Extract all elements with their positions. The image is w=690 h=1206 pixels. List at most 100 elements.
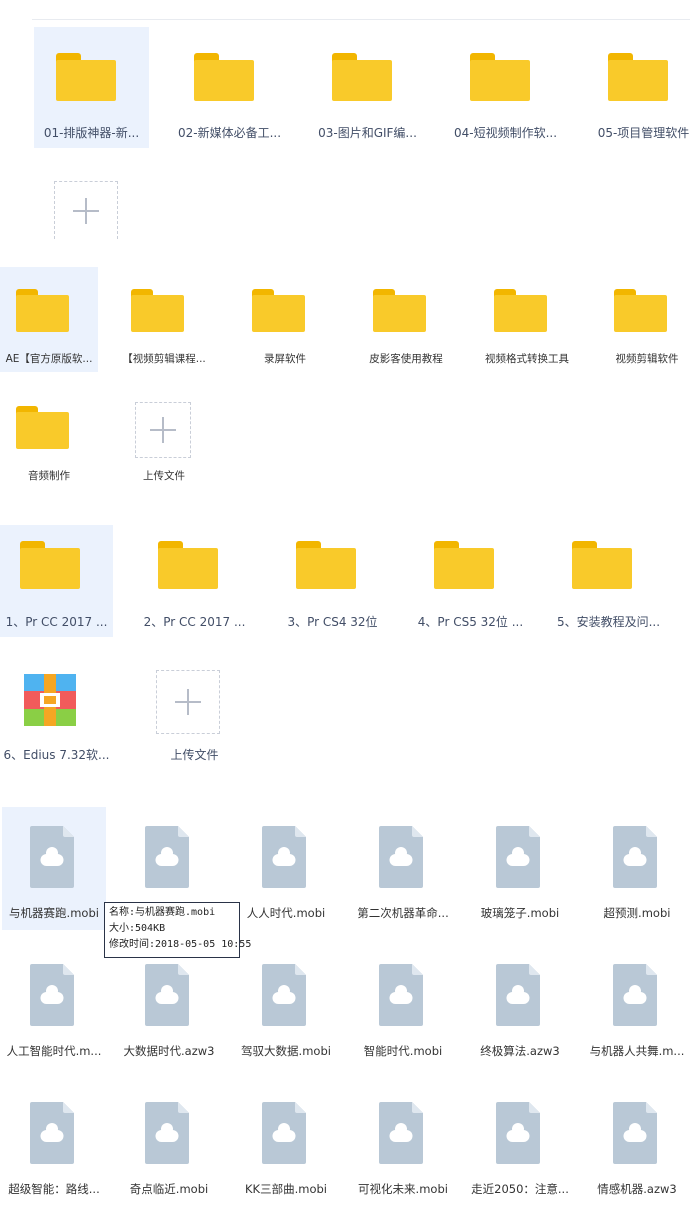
item-label: 03-图片和GIF编... bbox=[318, 126, 417, 140]
document-icon bbox=[613, 964, 657, 1026]
file-item[interactable]: 情感机器.azw3 bbox=[585, 1083, 689, 1206]
folder-icon bbox=[296, 541, 356, 589]
item-label: 3、Pr CS4 32位 bbox=[287, 615, 378, 629]
folder-item[interactable]: 4、Pr CS5 32位 ... bbox=[414, 525, 527, 637]
item-label: 5、安装教程及问... bbox=[556, 615, 661, 629]
item-label: 智能时代.mobi bbox=[363, 1044, 443, 1058]
folder-icon bbox=[332, 53, 392, 101]
folder-icon bbox=[614, 289, 667, 332]
file-item[interactable]: 走近2050：注意... bbox=[468, 1083, 572, 1206]
folder-item[interactable]: 01-排版神器-新... bbox=[34, 27, 149, 148]
item-label: AE【官方原版软... bbox=[5, 353, 93, 365]
folder-icon bbox=[158, 541, 218, 589]
item-label: 皮影客使用教程 bbox=[369, 353, 443, 365]
plus-icon bbox=[156, 670, 220, 734]
file-item[interactable]: 智能时代.mobi bbox=[351, 945, 455, 1068]
document-icon bbox=[30, 826, 74, 888]
item-label: 与机器赛跑.mobi bbox=[9, 906, 99, 920]
folder-icon bbox=[434, 541, 494, 589]
folder-icon bbox=[608, 53, 668, 101]
document-icon bbox=[262, 1102, 306, 1164]
document-icon bbox=[496, 964, 540, 1026]
item-label: 人人时代.mobi bbox=[246, 906, 326, 920]
file-item[interactable]: KK三部曲.mobi bbox=[234, 1083, 338, 1206]
file-item[interactable]: 第二次机器革命... bbox=[351, 807, 455, 930]
folder-item[interactable]: 视频格式转换工具 bbox=[478, 267, 576, 372]
item-label: 走近2050：注意... bbox=[471, 1182, 569, 1196]
item-label: 04-短视频制作软... bbox=[453, 126, 558, 140]
folder-item[interactable]: 3、Pr CS4 32位 bbox=[276, 525, 389, 637]
item-label: 上传文件 bbox=[170, 748, 219, 762]
folder-icon bbox=[470, 53, 530, 101]
folder-item[interactable]: 05-项目管理软件 bbox=[586, 27, 690, 148]
document-icon bbox=[613, 1102, 657, 1164]
item-label: 视频剪辑软件 bbox=[615, 353, 679, 365]
file-item[interactable]: 人工智能时代.m... bbox=[2, 945, 106, 1068]
folder-item[interactable]: 02-新媒体必备工... bbox=[172, 27, 287, 148]
folder-item[interactable]: 04-短视频制作软... bbox=[448, 27, 563, 148]
file-item[interactable]: 人人时代.mobi bbox=[234, 807, 338, 930]
folder-item[interactable]: 03-图片和GIF编... bbox=[310, 27, 425, 148]
file-item[interactable]: 奇点临近.mobi bbox=[117, 1083, 221, 1206]
item-label: 录屏软件 bbox=[264, 353, 306, 365]
file-tooltip: 名称:与机器赛跑.mobi 大小:504KB 修改时间:2018-05-05 10:… bbox=[104, 902, 252, 958]
folder-item[interactable]: 【视频剪辑课程... bbox=[115, 267, 213, 372]
file-item[interactable]: 玻璃笼子.mobi bbox=[468, 807, 572, 930]
add-button[interactable] bbox=[54, 181, 118, 239]
item-label: 01-排版神器-新... bbox=[43, 126, 140, 140]
file-item[interactable]: 与机器赛跑.mobi bbox=[2, 807, 106, 930]
folder-item[interactable]: 音频制作 bbox=[0, 392, 98, 492]
file-item[interactable]: 超预测.mobi bbox=[585, 807, 689, 930]
item-label: 大数据时代.azw3 bbox=[123, 1044, 215, 1058]
folder-item[interactable]: 2、Pr CC 2017 ... bbox=[138, 525, 251, 637]
file-item[interactable]: 超级智能：路线... bbox=[2, 1083, 106, 1206]
item-label: 02-新媒体必备工... bbox=[177, 126, 282, 140]
folder-icon bbox=[20, 541, 80, 589]
item-label: 奇点临近.mobi bbox=[129, 1182, 209, 1196]
item-label: 4、Pr CS5 32位 ... bbox=[417, 615, 524, 629]
folder-icon bbox=[494, 289, 547, 332]
item-label: 音频制作 bbox=[28, 470, 70, 482]
upload-file-button[interactable]: 上传文件 bbox=[138, 658, 251, 770]
folder-item[interactable]: 视频剪辑软件 bbox=[598, 267, 690, 372]
document-icon bbox=[262, 826, 306, 888]
item-label: 视频格式转换工具 bbox=[485, 353, 569, 365]
folder-item[interactable]: 1、Pr CC 2017 ... bbox=[0, 525, 113, 637]
document-icon bbox=[30, 964, 74, 1026]
top-divider bbox=[32, 19, 690, 20]
file-item[interactable]: 与机器人共舞.m... bbox=[585, 945, 689, 1068]
document-icon bbox=[613, 826, 657, 888]
folder-item[interactable]: AE【官方原版软... bbox=[0, 267, 98, 372]
archive-icon bbox=[24, 674, 76, 726]
document-icon bbox=[496, 1102, 540, 1164]
folder-icon bbox=[16, 406, 69, 449]
document-icon bbox=[145, 1102, 189, 1164]
item-label: 1、Pr CC 2017 ... bbox=[5, 615, 108, 629]
file-item[interactable]: 终极算法.azw3 bbox=[468, 945, 572, 1068]
item-label: 超预测.mobi bbox=[603, 906, 671, 920]
folder-item[interactable]: 录屏软件 bbox=[236, 267, 334, 372]
folder-icon bbox=[16, 289, 69, 332]
item-label: 驾驭大数据.mobi bbox=[241, 1044, 331, 1058]
file-item[interactable]: 可视化未来.mobi bbox=[351, 1083, 455, 1206]
item-label: 玻璃笼子.mobi bbox=[480, 906, 560, 920]
item-label: 第二次机器革命... bbox=[357, 906, 449, 920]
archive-item[interactable]: 6、Edius 7.32软... bbox=[0, 658, 113, 770]
document-icon bbox=[379, 826, 423, 888]
file-item[interactable]: 驾驭大数据.mobi bbox=[234, 945, 338, 1068]
folder-item[interactable]: 皮影客使用教程 bbox=[357, 267, 455, 372]
item-label: 可视化未来.mobi bbox=[358, 1182, 448, 1196]
upload-file-button[interactable]: 上传文件 bbox=[115, 392, 213, 492]
item-label: 超级智能：路线... bbox=[8, 1182, 100, 1196]
document-icon bbox=[379, 1102, 423, 1164]
folder-icon bbox=[131, 289, 184, 332]
item-label: 与机器人共舞.m... bbox=[589, 1044, 685, 1058]
document-icon bbox=[145, 964, 189, 1026]
folder-item[interactable]: 5、安装教程及问... bbox=[552, 525, 665, 637]
folder-icon bbox=[572, 541, 632, 589]
item-label: 人工智能时代.m... bbox=[6, 1044, 102, 1058]
tooltip-line: 大小:504KB bbox=[109, 923, 166, 934]
item-label: 2、Pr CC 2017 ... bbox=[143, 615, 246, 629]
tooltip-line: 修改时间:2018-05-05 10:55 bbox=[109, 939, 252, 950]
file-item[interactable]: 大数据时代.azw3 bbox=[117, 945, 221, 1068]
